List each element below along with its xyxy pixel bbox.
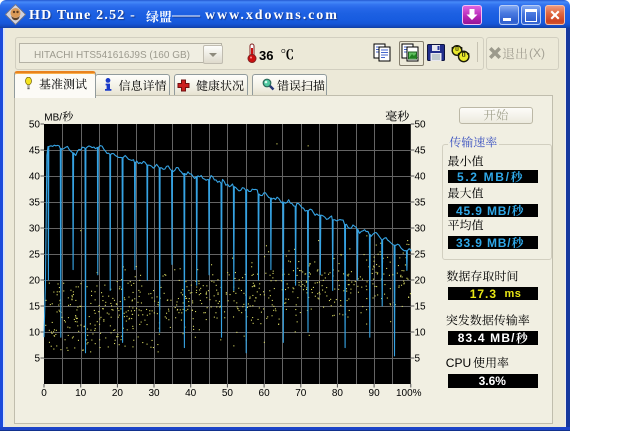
svg-text:100%: 100%	[396, 388, 422, 399]
svg-text:10: 10	[29, 328, 41, 339]
svg-text:10: 10	[75, 388, 87, 399]
svg-text:80: 80	[332, 388, 344, 399]
svg-text:25: 25	[415, 250, 427, 261]
svg-text:90: 90	[369, 388, 381, 399]
svg-text:35: 35	[29, 198, 41, 209]
svg-text:10: 10	[415, 328, 427, 339]
svg-text:70: 70	[295, 388, 307, 399]
svg-text:45: 45	[415, 146, 427, 157]
svg-text:20: 20	[112, 388, 124, 399]
svg-text:35: 35	[415, 198, 427, 209]
svg-text:20: 20	[29, 276, 41, 287]
svg-text:45: 45	[29, 146, 41, 157]
svg-text:20: 20	[415, 276, 427, 287]
svg-text:50: 50	[415, 120, 427, 131]
svg-text:50: 50	[29, 120, 41, 131]
svg-text:30: 30	[415, 224, 427, 235]
svg-text:5: 5	[34, 354, 40, 365]
svg-text:15: 15	[29, 302, 41, 313]
svg-text:MB/: MB/	[44, 113, 62, 124]
svg-text:15: 15	[415, 302, 427, 313]
svg-text:40: 40	[185, 388, 197, 399]
svg-text:25: 25	[29, 250, 41, 261]
svg-text:40: 40	[415, 172, 427, 183]
svg-text:50: 50	[222, 388, 234, 399]
svg-text:5: 5	[415, 354, 421, 365]
svg-text:0: 0	[41, 388, 47, 399]
svg-text:30: 30	[29, 224, 41, 235]
svg-text:40: 40	[29, 172, 41, 183]
svg-text:60: 60	[259, 388, 271, 399]
svg-text:30: 30	[148, 388, 160, 399]
